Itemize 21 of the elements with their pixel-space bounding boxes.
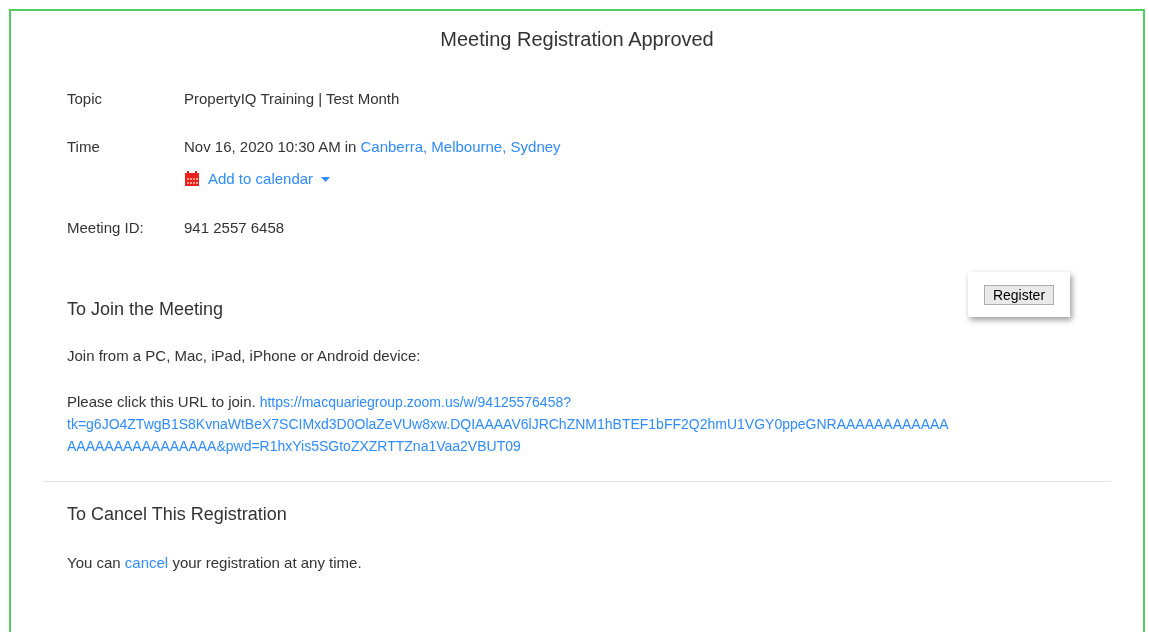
devices-text: Join from a PC, Mac, iPad, iPhone or Android device: (67, 345, 422, 366)
join-url-line[interactable]: AAAAAAAAAAAAAAAA&pwd=R1hxYis5SGtoZXZRTTZna1Vaa2VBUT09 (67, 437, 521, 454)
join-url-line[interactable]: https://macquariegroup.zoom.us/w/94125576458? (259, 393, 571, 410)
cancel-link[interactable]: cancel (124, 553, 169, 571)
page-title: Meeting Registration Approved (439, 27, 715, 52)
field-label: Topic (67, 89, 104, 109)
join-url-line[interactable]: tk=g6JO4ZTwgB1S8KvnaWtBeX7SCIMxd3D0OlaZeVUw8xw.DQIAAAAV6lJRChZNM1hBTEF1bFF2Q2hmU1VGY0ppeGNRAAAAAAAAAAAA (67, 415, 949, 432)
register-button[interactable]: Register (983, 284, 1055, 305)
field-value: Nov 16, 2020 10:30 AM (184, 137, 341, 157)
caret-icon (321, 176, 331, 182)
field-label: Meeting ID: (67, 217, 145, 238)
join-prompt: Please click this URL to join. (67, 392, 256, 410)
timezone-link[interactable]: Canberra, Melbourne, Sydney (360, 136, 561, 158)
field-value: 941 2557 6458 (184, 217, 285, 238)
section-heading: To Cancel This Registration (67, 502, 288, 526)
field-value: PropertyIQ Training | Test Month (184, 89, 400, 109)
joiner-text: in (344, 137, 357, 157)
add-to-calendar-dropdown[interactable]: Add to calendar (184, 168, 561, 191)
calendar-icon (184, 171, 200, 188)
cancel-text: You can cancel your registration at any time. (67, 552, 363, 573)
field-label: Time (67, 137, 101, 157)
